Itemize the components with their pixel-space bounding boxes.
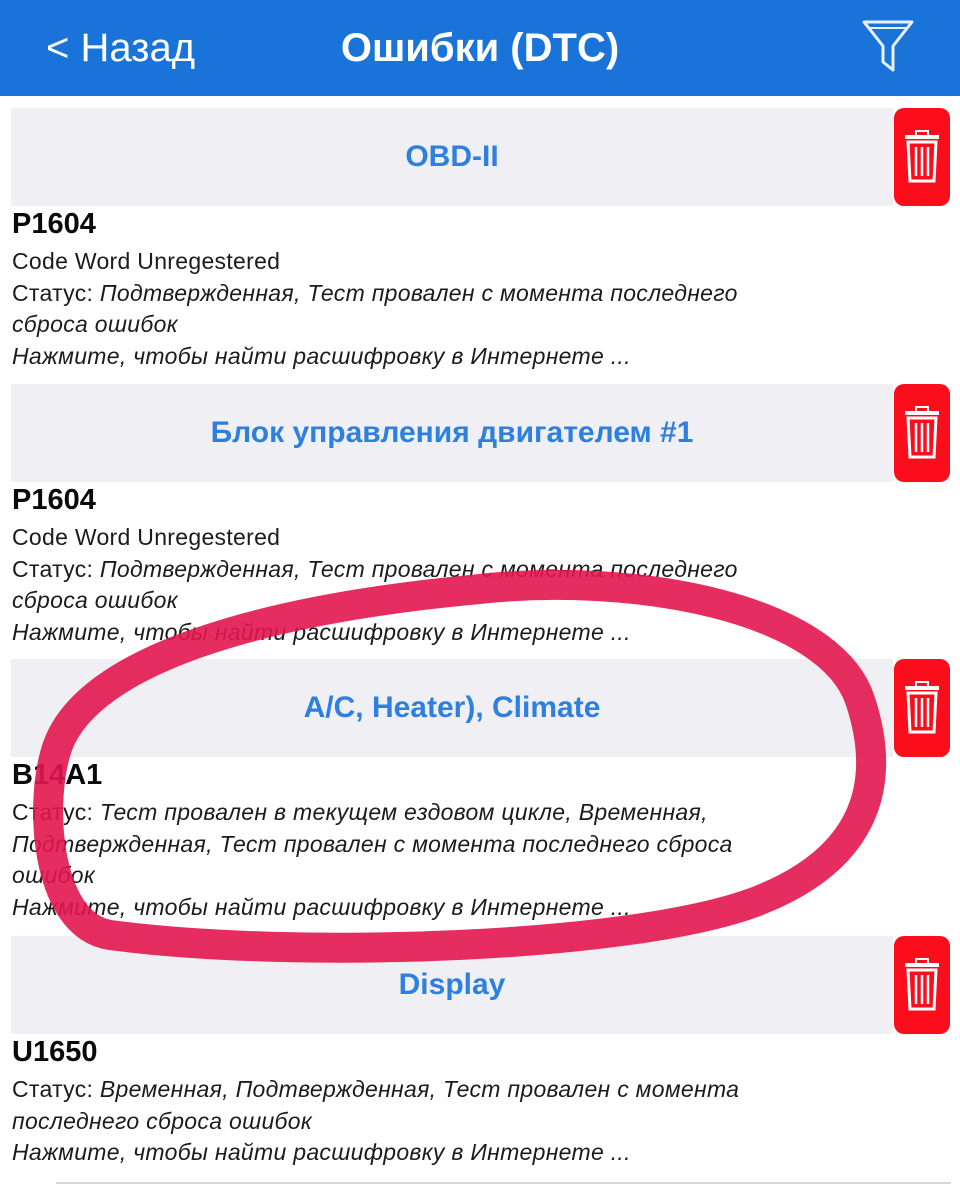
status-value: сброса ошибок <box>12 311 178 337</box>
dtc-status-cont: последнего сброса ошибок <box>12 1106 892 1138</box>
dtc-section: Блок управления двигателем #1 P1604 Code… <box>0 372 960 648</box>
dtc-status: Статус: Подтвержденная, Тест провален с … <box>12 554 892 586</box>
dtc-status-cont: сброса ошибок <box>12 585 892 617</box>
status-label: Статус: <box>12 279 100 306</box>
status-label: Статус: <box>12 555 100 582</box>
lookup-hint[interactable]: Нажмите, чтобы найти расшифровку в Интер… <box>12 341 892 373</box>
trash-icon <box>905 958 939 1011</box>
section-header: A/C, Heater), Climate <box>11 659 893 757</box>
status-label: Статус: <box>12 1076 100 1102</box>
dtc-list: OBD-II P1604 Code Word Unregestered Стат… <box>0 96 960 1200</box>
dtc-status-cont: сброса ошибок <box>12 309 892 341</box>
dtc-details[interactable]: Code Word Unregestered Статус: Подтвержд… <box>12 246 892 372</box>
navigation-bar: < Назад Ошибки (DTC) <box>0 0 960 96</box>
lookup-hint[interactable]: Нажмите, чтобы найти расшифровку в Интер… <box>12 892 892 924</box>
dtc-status-cont: ошибок <box>12 860 892 892</box>
delete-button[interactable] <box>894 108 950 206</box>
delete-button[interactable] <box>894 936 950 1034</box>
dtc-details[interactable]: Code Word Unregestered Статус: Подтвержд… <box>12 522 892 648</box>
status-value: Тест провален в текущем ездовом цикле, В… <box>99 799 708 825</box>
status-value: Временная, Подтвержденная, Тест провален… <box>99 1076 740 1102</box>
delete-button[interactable] <box>894 659 950 757</box>
list-divider <box>56 1182 951 1184</box>
lookup-hint[interactable]: Нажмите, чтобы найти расшифровку в Интер… <box>12 617 892 649</box>
dtc-code[interactable]: P1604 <box>12 484 96 517</box>
dtc-section: Display U1650 Статус: Временная, Подтвер… <box>0 924 960 1200</box>
lookup-hint[interactable]: Нажмите, чтобы найти расшифровку в Интер… <box>12 1137 892 1169</box>
status-value: Подтвержденная, Тест провален с момента … <box>99 555 738 582</box>
back-button[interactable]: < Назад <box>46 20 195 76</box>
dtc-description: Code Word Unregestered <box>12 248 281 274</box>
status-value: Подтвержденная, Тест провален с момента … <box>12 830 733 857</box>
lookup-hint-text: Нажмите, чтобы найти расшифровку в Интер… <box>12 893 631 920</box>
section-header: Блок управления двигателем #1 <box>11 384 893 482</box>
filter-funnel-icon <box>862 20 914 72</box>
status-value: Подтвержденная, Тест провален с момента … <box>99 279 738 306</box>
dtc-details[interactable]: Статус: Тест провален в текущем ездовом … <box>12 797 892 923</box>
dtc-status-cont: Подтвержденная, Тест провален с момента … <box>12 829 892 861</box>
dtc-status: Статус: Временная, Подтвержденная, Тест … <box>12 1074 892 1106</box>
status-value: сброса ошибок <box>12 587 178 613</box>
trash-icon <box>905 130 939 183</box>
dtc-status: Статус: Подтвержденная, Тест провален с … <box>12 278 892 310</box>
trash-icon <box>905 406 939 459</box>
dtc-details[interactable]: Статус: Временная, Подтвержденная, Тест … <box>12 1074 892 1169</box>
dtc-code[interactable]: B14A1 <box>12 759 102 792</box>
section-header: OBD-II <box>11 108 893 206</box>
lookup-hint-text: Нажмите, чтобы найти расшифровку в Интер… <box>12 342 631 369</box>
dtc-code[interactable]: U1650 <box>12 1036 97 1069</box>
status-label: Статус: <box>12 799 100 825</box>
dtc-section: OBD-II P1604 Code Word Unregestered Стат… <box>0 96 960 372</box>
lookup-hint-text: Нажмите, чтобы найти расшифровку в Интер… <box>12 1139 631 1165</box>
filter-button[interactable] <box>860 16 916 76</box>
lookup-hint-text: Нажмите, чтобы найти расшифровку в Интер… <box>12 618 631 645</box>
section-header: Display <box>11 936 893 1034</box>
dtc-status: Статус: Тест провален в текущем ездовом … <box>12 797 892 829</box>
dtc-description: Code Word Unregestered <box>12 524 281 550</box>
dtc-code[interactable]: P1604 <box>12 208 96 241</box>
delete-button[interactable] <box>894 384 950 482</box>
trash-icon <box>905 681 939 734</box>
status-value: ошибок <box>12 862 96 888</box>
dtc-section: A/C, Heater), Climate B14A1 Статус: Тест… <box>0 647 960 923</box>
status-value: последнего сброса ошибок <box>12 1107 313 1134</box>
